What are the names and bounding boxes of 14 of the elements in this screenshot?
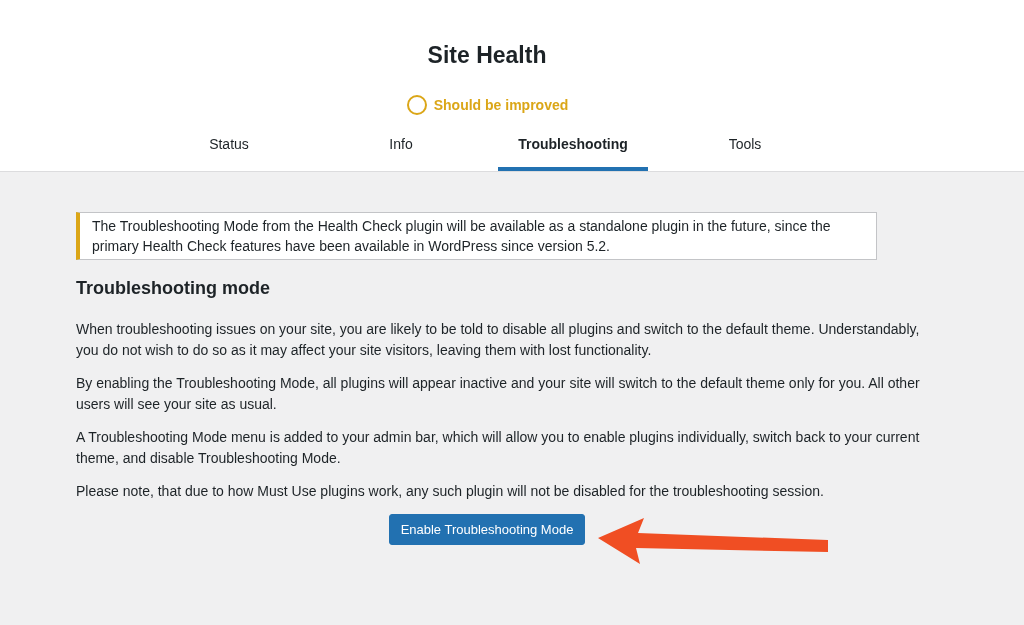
paragraph: A Troubleshooting Mode menu is added to your admin bar, which will allow you to enable plugins individually, switch back to your current theme, and disable Troubleshooting Mode. <box>76 428 921 468</box>
paragraph: When troubleshooting issues on your site, you are likely to be told to disable all plugins and switch to the default theme. Understandably, you do not wish to do so as it may affect your site visitors, leaving them with lost functionality. <box>76 320 921 360</box>
paragraph: Please note, that due to how Must Use plugins work, any such plugin will not be disabled for the troubleshooting session. <box>76 482 825 501</box>
paragraph: By enabling the Troubleshooting Mode, all plugins will appear inactive and your site will switch to the default theme only for you. All other users will see your site as usual. <box>76 374 921 414</box>
nav-tab[interactable]: Troubleshooting <box>498 128 648 171</box>
nav-tab[interactable]: Status <box>154 128 304 171</box>
status-circle-icon <box>405 94 428 116</box>
section-heading: Troubleshooting mode <box>76 278 271 299</box>
enable-troubleshooting-button[interactable]: Enable Troubleshooting Mode <box>388 514 586 545</box>
notice-box: The Troubleshooting Mode from the Health Check plugin will be available as a standalone plugin in the future, since the primary Health Check features have been available in WordPress since version 5.2. <box>76 212 877 260</box>
nav-tab[interactable]: Info <box>326 128 476 171</box>
status-label: Should be improved <box>433 97 569 113</box>
page-title: Site Health <box>427 41 547 69</box>
nav-tab[interactable]: Tools <box>670 128 820 171</box>
